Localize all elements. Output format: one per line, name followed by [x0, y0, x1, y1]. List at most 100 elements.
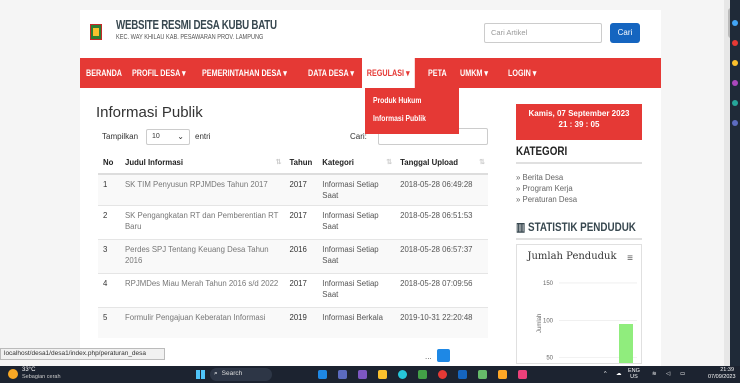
weather-temp[interactable]: 33°C: [22, 367, 35, 373]
cell-kategori: Informasi Setiap Saat: [317, 273, 396, 308]
app-icon[interactable]: [478, 370, 487, 379]
bar-chart-icon: ▥: [516, 220, 526, 234]
cell-no: 1: [98, 173, 120, 206]
cell-kategori: Informasi Berkala: [317, 307, 396, 338]
edge-app-icon[interactable]: [732, 100, 738, 106]
edge-browser-icon[interactable]: [398, 370, 407, 379]
cell-judul-link[interactable]: Perdes SPJ Tentang Keuang Desa Tahun 201…: [119, 239, 285, 274]
search-input[interactable]: Cari Artikel: [484, 23, 602, 43]
dropdown-informasi-publik[interactable]: Informasi Publik: [373, 112, 439, 130]
kategori-title: KATEGORI: [516, 144, 568, 158]
clock-date: 07/09/2023: [708, 374, 736, 380]
edge-app-icon[interactable]: [732, 40, 738, 46]
cell-judul-link[interactable]: SK Pengangkatan RT dan Pemberentian RT B…: [119, 205, 285, 240]
sort-icon: ⇅: [479, 159, 485, 166]
cell-tanggal: 2018-05-28 06:49:28: [395, 173, 488, 206]
table-row: 4 RPJMDes Miau Merah Tahun 2016 s/d 2022…: [98, 273, 488, 308]
windows-start-icon[interactable]: [196, 370, 205, 379]
chart-bar[interactable]: [619, 324, 633, 363]
cell-tahun: 2017: [284, 205, 318, 240]
nav-umkm[interactable]: UMKM ▾: [460, 58, 488, 88]
entries-select-value: 10: [152, 133, 160, 140]
taskbar-search[interactable]: ⌕ Search: [210, 368, 272, 381]
pagination-button[interactable]: [437, 349, 450, 362]
app-icon[interactable]: [338, 370, 347, 379]
edge-app-icon[interactable]: [732, 60, 738, 66]
word-icon[interactable]: [458, 370, 467, 379]
sort-icon: ⇅: [275, 159, 282, 166]
table-header-row: No Judul Informasi ⇅ Tahun Kategori ⇅ Tang…: [98, 152, 488, 175]
cell-judul-link[interactable]: Formulir Pengajuan Keberatan Informasi: [119, 307, 285, 338]
nav-data-desa[interactable]: DATA DESA ▾: [308, 58, 354, 88]
onedrive-icon[interactable]: ☁: [616, 371, 622, 377]
language-indicator[interactable]: ENG US: [628, 368, 640, 380]
col-tanggal[interactable]: Tanggal Upload ⇅: [395, 152, 488, 175]
nav-pemerintahan-desa[interactable]: PEMERINTAHAN DESA ▾: [202, 58, 287, 88]
chart-ytick-label: 50: [546, 356, 553, 362]
divider: [516, 238, 642, 240]
col-no[interactable]: No: [98, 152, 120, 175]
cell-tahun: 2017: [284, 173, 318, 206]
current-date: Kamis, 07 September 2023: [528, 109, 630, 118]
entries-select[interactable]: 10 ⌄: [146, 129, 190, 145]
nav-login[interactable]: LOGIN ▾: [508, 58, 536, 88]
chart-plot: Jumlah50100150: [537, 281, 637, 363]
app-icon[interactable]: [358, 370, 367, 379]
current-time: 21 : 39 : 05: [558, 120, 600, 129]
divider: [516, 162, 642, 164]
weather-sun-icon[interactable]: [8, 369, 18, 379]
cell-tahun: 2017: [284, 273, 318, 308]
site-subtitle: KEC. WAY KHILAU KAB. PESAWARAN PROV. LAM…: [116, 34, 264, 41]
cell-judul-link[interactable]: RPJMDes Miau Merah Tahun 2016 s/d 2022: [119, 273, 285, 308]
col-tahun[interactable]: Tahun: [284, 152, 318, 175]
region-code: US: [630, 374, 638, 380]
regulasi-dropdown: Produk Hukum Informasi Publik: [365, 88, 459, 134]
wifi-icon[interactable]: ≋: [652, 371, 657, 377]
app-icon[interactable]: [318, 370, 327, 379]
opera-icon[interactable]: [438, 370, 447, 379]
kategori-list: » Berita Desa » Program Kerja » Peratura…: [516, 172, 577, 205]
statistik-title: ▥ STATISTIK PENDUDUK: [516, 220, 636, 234]
tray-chevron-icon[interactable]: ^: [604, 371, 607, 377]
kategori-item-berita[interactable]: » Berita Desa: [516, 172, 577, 183]
cell-kategori: Informasi Setiap Saat: [317, 205, 396, 240]
main-nav: BERANDA PROFIL DESA ▾ PEMERINTAHAN DESA …: [80, 58, 661, 88]
col-tahun-label: Tahun: [289, 158, 313, 167]
edge-app-icon[interactable]: [732, 80, 738, 86]
nav-profil-desa[interactable]: PROFIL DESA ▾: [132, 58, 186, 88]
col-kategori-label: Kategori: [322, 158, 354, 167]
folder-icon[interactable]: [378, 370, 387, 379]
edge-sidebar: [730, 0, 740, 366]
village-logo-icon[interactable]: [90, 24, 102, 40]
nav-peta[interactable]: PETA: [428, 58, 447, 88]
col-judul[interactable]: Judul Informasi ⇅: [119, 152, 285, 175]
cell-kategori: Informasi Setiap Saat: [317, 239, 396, 274]
status-url: localhost/desa1/desa1/index.php/peratura…: [0, 348, 165, 360]
nav-regulasi[interactable]: REGULASI ▾: [362, 58, 415, 88]
clock-time: 21:39: [720, 367, 734, 373]
site-header: WEBSITE RESMI DESA KUBU BATU KEC. WAY KH…: [80, 10, 661, 56]
dropdown-produk-hukum[interactable]: Produk Hukum: [373, 94, 439, 112]
volume-icon[interactable]: ◁: [666, 371, 670, 377]
edge-app-icon[interactable]: [732, 120, 738, 126]
app-icon[interactable]: [418, 370, 427, 379]
kategori-item-peraturan[interactable]: » Peraturan Desa: [516, 194, 577, 205]
app-icon[interactable]: [518, 370, 527, 379]
app-icon[interactable]: [498, 370, 507, 379]
nav-beranda[interactable]: BERANDA: [86, 58, 122, 88]
site-title[interactable]: WEBSITE RESMI DESA KUBU BATU: [116, 18, 277, 32]
edge-app-icon[interactable]: [732, 20, 738, 26]
cell-judul-link[interactable]: SK TIM Penyusun RPJMDes Tahun 2017: [119, 173, 285, 206]
battery-icon[interactable]: ▭: [680, 371, 685, 377]
table-row: 5 Formulir Pengajuan Keberatan Informasi…: [98, 307, 488, 338]
cell-kategori: Informasi Setiap Saat: [317, 173, 396, 206]
table-row: 2 SK Pengangkatan RT dan Pemberentian RT…: [98, 205, 488, 240]
taskbar-clock[interactable]: 21:39 07/09/2023: [708, 367, 736, 381]
cell-no: 4: [98, 273, 120, 308]
kategori-item-program[interactable]: » Program Kerja: [516, 183, 577, 194]
search-button[interactable]: Cari: [610, 23, 640, 43]
table-row: 1 SK TIM Penyusun RPJMDes Tahun 2017 201…: [98, 173, 488, 206]
chart-ytick-label: 150: [543, 281, 554, 287]
col-kategori[interactable]: Kategori ⇅: [317, 152, 396, 175]
show-label: Tampilkan: [102, 132, 139, 141]
